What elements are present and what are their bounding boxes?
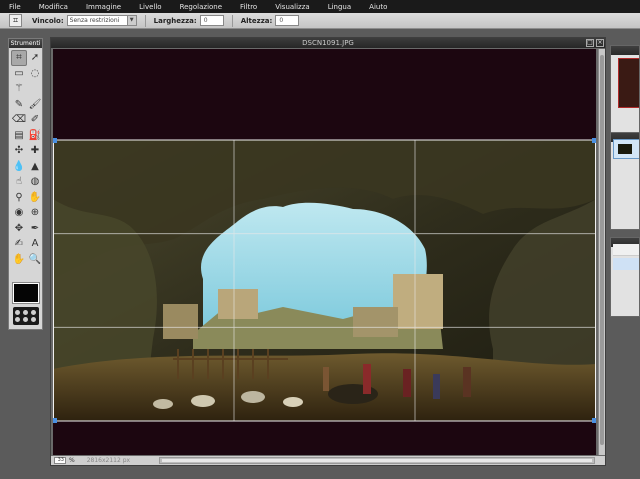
layers-panel	[610, 132, 640, 230]
history-panel	[610, 237, 640, 317]
eraser-icon[interactable]: ⌫	[11, 112, 27, 128]
image-dimensions: 2816x2112 px	[86, 457, 131, 464]
move-arrow-icon[interactable]: ➚	[27, 50, 43, 66]
sponge-icon[interactable]: ◍	[27, 174, 43, 190]
bloat-icon[interactable]: ⊕	[27, 205, 43, 221]
color-replace-icon[interactable]: ✐	[27, 112, 43, 128]
sharpen-icon[interactable]: ▲	[27, 159, 43, 175]
height-input[interactable]: 0	[275, 15, 300, 26]
text-icon[interactable]: A	[27, 236, 43, 252]
eyedropper-icon[interactable]: ✒	[27, 221, 43, 237]
menu-adjust[interactable]: Regolazione	[180, 3, 222, 11]
brush-icon[interactable]: 🖌	[27, 97, 43, 113]
zoom-icon[interactable]: 🔍	[27, 252, 43, 268]
healing-icon[interactable]: ✚	[27, 143, 43, 159]
separator	[231, 14, 233, 27]
tool-options-bar: ⌗ Vincolo: Senza restrizioni ▼ Larghezza…	[0, 13, 640, 29]
zoom-input[interactable]: 33	[54, 457, 66, 464]
width-label: Larghezza:	[153, 16, 197, 25]
gradient-icon[interactable]: ▤	[11, 128, 27, 144]
status-bar: 33 % 2816x2112 px	[51, 456, 605, 465]
crop-handle-bottom-left	[53, 418, 57, 423]
crop-icon[interactable]: ⌗	[11, 50, 27, 66]
none[interactable]	[27, 81, 43, 97]
foreground-color-swatch[interactable]	[12, 282, 40, 304]
navigator-thumbnail[interactable]	[618, 58, 639, 108]
crop-handle-top-left	[53, 138, 57, 143]
zoom-unit: %	[69, 457, 75, 464]
constraint-label: Vincolo:	[32, 16, 64, 25]
menubar: File Modifica Immagine Livello Regolazio…	[0, 0, 640, 13]
rect-select-icon[interactable]: ▭	[11, 66, 27, 82]
lasso-icon[interactable]: ◌	[27, 66, 43, 82]
menu-file[interactable]: File	[9, 3, 21, 11]
menu-edit[interactable]: Modifica	[39, 3, 68, 11]
tool-grid: ⌗ ➚ ▭ ◌ ⚚ ✎ 🖌 ⌫ ✐ ▤ ⛽ ✣ ✚ 💧 ▲ ☝ ◍ ⚲ ✋ ◉ ⊕ ✥ ✒ ✍ A ✋ 🔍	[9, 48, 42, 267]
clone-stamp-icon[interactable]: ✣	[11, 143, 27, 159]
crop-icon: ⌗	[9, 14, 22, 27]
pen-icon[interactable]: ✍	[11, 236, 27, 252]
crop-handle-bottom-right	[592, 418, 596, 423]
dodge-icon[interactable]: ⚲	[11, 190, 27, 206]
menu-layer[interactable]: Livello	[139, 3, 161, 11]
toolbox-panel: Strumenti ⌗ ➚ ▭ ◌ ⚚ ✎ 🖌 ⌫ ✐ ▤ ⛽ ✣ ✚ 💧 ▲ ☝ ◍ ⚲ ✋ ◉ ⊕ ✥ ✒ ✍ A ✋ 🔍	[8, 38, 43, 330]
constraint-select[interactable]: Senza restrizioni ▼	[66, 15, 137, 26]
burn-icon[interactable]: ✋	[27, 190, 43, 206]
menu-language[interactable]: Lingua	[328, 3, 351, 11]
menu-help[interactable]: Aiuto	[369, 3, 387, 11]
blur-drop-icon[interactable]: 💧	[11, 159, 27, 175]
document-window: DSCN1091.JPG □ × 33 % 2816x2112 px	[50, 37, 606, 466]
document-title[interactable]: DSCN1091.JPG	[51, 38, 605, 48]
menu-view[interactable]: Visualizza	[275, 3, 309, 11]
magic-wand-icon[interactable]: ⚚	[11, 81, 27, 97]
chevron-down-icon: ▼	[126, 16, 136, 25]
history-item[interactable]	[613, 244, 639, 256]
maximize-icon[interactable]: □	[586, 39, 594, 47]
menu-image[interactable]: Immagine	[86, 3, 121, 11]
photo-crop-scene	[53, 138, 596, 423]
layer-item[interactable]	[613, 139, 639, 159]
toolbox-title[interactable]: Strumenti	[9, 39, 42, 48]
red-eye-icon[interactable]: ◉	[11, 205, 27, 221]
hand-icon[interactable]: ✋	[11, 252, 27, 268]
height-label: Altezza:	[240, 16, 273, 25]
pinch-icon[interactable]: ✥	[11, 221, 27, 237]
crop-handle-top-right	[592, 138, 596, 143]
constraint-value: Senza restrizioni	[69, 17, 120, 24]
smudge-finger-icon[interactable]: ☝	[11, 174, 27, 190]
image-canvas[interactable]	[53, 49, 596, 455]
pencil-icon[interactable]: ✎	[11, 97, 27, 113]
vertical-scrollbar[interactable]	[598, 49, 605, 455]
horizontal-scrollbar[interactable]	[159, 457, 595, 464]
width-input[interactable]: 0	[199, 15, 224, 26]
separator	[144, 14, 146, 27]
layer-thumbnail	[618, 144, 632, 154]
history-item-active[interactable]	[613, 258, 639, 270]
right-panels	[610, 37, 640, 479]
paint-bucket-icon[interactable]: ⛽	[27, 128, 43, 144]
close-icon[interactable]: ×	[596, 39, 604, 47]
menu-filter[interactable]: Filtro	[240, 3, 257, 11]
more-tools-button[interactable]	[13, 307, 39, 325]
